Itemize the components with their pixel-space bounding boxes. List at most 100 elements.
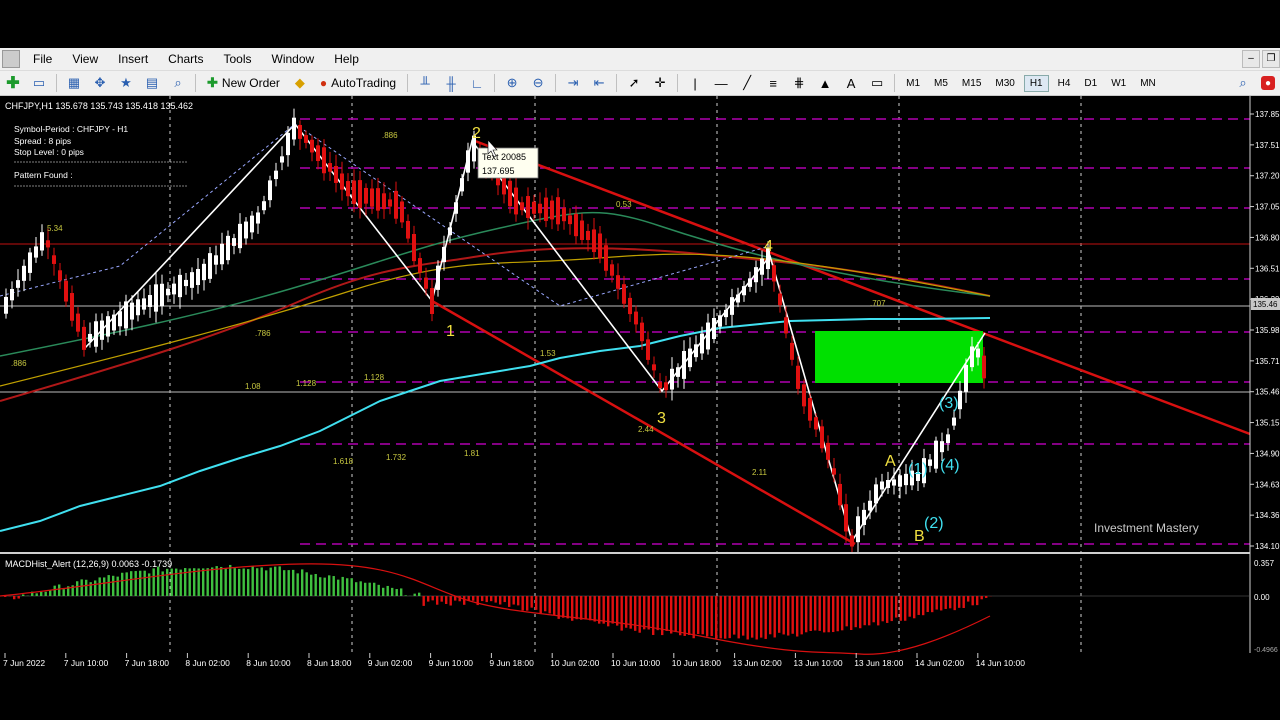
menu-file[interactable]: File	[23, 52, 62, 66]
macd-bar	[256, 568, 259, 596]
new-order-icon: ✚	[207, 75, 218, 90]
fib-label: 1.128	[364, 373, 385, 382]
candle-body	[832, 468, 836, 475]
macd-bar	[139, 570, 142, 596]
label-tool-icon[interactable]: ▭	[867, 73, 887, 93]
macd-bar	[823, 596, 826, 633]
candle-body	[4, 296, 8, 314]
menu-window[interactable]: Window	[262, 52, 325, 66]
line-chart-icon[interactable]: ∟	[467, 73, 487, 93]
candle-body	[112, 314, 116, 331]
macd-bar	[98, 577, 101, 596]
menu-insert[interactable]: Insert	[108, 52, 158, 66]
profiles-icon[interactable]: ▭	[29, 73, 49, 93]
candle-body	[940, 441, 944, 453]
macd-bar	[926, 596, 929, 613]
macd-bar	[386, 585, 389, 596]
fibonacci-icon[interactable]: ⋕	[789, 73, 809, 93]
candle-body	[214, 255, 218, 265]
new-chart-icon[interactable]: ✚	[3, 73, 23, 93]
market-watch-icon[interactable]: ▦	[64, 73, 84, 93]
timeframe-m15[interactable]: M15	[957, 76, 986, 91]
macd-bar	[278, 566, 281, 596]
candle-body	[874, 484, 878, 504]
timeframe-h4[interactable]: H4	[1053, 76, 1076, 91]
trendline-icon[interactable]: ╱	[737, 73, 757, 93]
timeframe-mn[interactable]: MN	[1135, 76, 1161, 91]
candlestick-icon[interactable]: ╫	[441, 73, 461, 93]
text-tool-icon[interactable]: A	[841, 73, 861, 93]
metaeditor-icon[interactable]: ◆	[290, 73, 310, 93]
autotrading-button[interactable]: ● AutoTrading	[316, 73, 400, 93]
candle-body	[370, 188, 374, 207]
price-tick-label: 134.36	[1255, 511, 1280, 520]
timeframe-m5[interactable]: M5	[929, 76, 953, 91]
candle-body	[328, 163, 332, 172]
macd-bar	[143, 570, 146, 596]
navigator-icon[interactable]: ★	[116, 73, 136, 93]
macd-bar	[575, 596, 578, 620]
candle-body	[10, 288, 14, 301]
fib-label: .886	[11, 359, 27, 368]
price-chart[interactable]: 2 1 3 4 A B (1) (2) (3) (4) 5.34 .886 .7…	[0, 96, 1280, 672]
timeframe-d1[interactable]: D1	[1079, 76, 1102, 91]
crosshair-icon[interactable]: ✛	[650, 73, 670, 93]
macd-bar	[616, 596, 619, 626]
restore-icon[interactable]: ❐	[1262, 50, 1280, 68]
fib-label: 2.11	[752, 468, 768, 477]
bar-chart-icon[interactable]: ╨	[415, 73, 435, 93]
channel-icon[interactable]: ≡	[763, 73, 783, 93]
macd-bar	[125, 572, 128, 596]
macd-bar	[890, 596, 893, 622]
macd-bar	[112, 575, 115, 596]
time-tick-label: 9 Jun 10:00	[429, 658, 474, 668]
zoom-in-icon[interactable]: ⊕	[502, 73, 522, 93]
vertical-line-icon[interactable]: |	[685, 73, 705, 93]
horizontal-line-icon[interactable]: —	[711, 73, 731, 93]
minimize-icon[interactable]: –	[1242, 50, 1260, 68]
timeframe-w1[interactable]: W1	[1106, 76, 1131, 91]
macd-bar	[796, 596, 799, 637]
app-icon	[2, 50, 20, 68]
terminal-icon[interactable]: ▤	[142, 73, 162, 93]
fib-label: 1.128	[296, 379, 317, 388]
menu-bar: File View Insert Charts Tools Window Hel…	[0, 48, 1280, 71]
menu-tools[interactable]: Tools	[214, 52, 262, 66]
timeframe-m30[interactable]: M30	[990, 76, 1019, 91]
search-icon[interactable]: ⌕	[1233, 73, 1253, 93]
data-window-icon[interactable]: ✥	[90, 73, 110, 93]
candle-body	[226, 235, 230, 261]
candle-body	[346, 181, 350, 197]
price-tick-label: 134.63	[1255, 480, 1280, 489]
timeframe-m1[interactable]: M1	[901, 76, 925, 91]
zoom-out-icon[interactable]: ⊖	[528, 73, 548, 93]
fib-label: 2.44	[638, 425, 654, 434]
cursor-icon[interactable]: ➚	[624, 73, 644, 93]
candle-body	[958, 390, 962, 410]
macd-bar	[395, 589, 398, 596]
macd-bar	[526, 596, 529, 611]
macd-bar	[283, 570, 286, 596]
time-tick-label: 7 Jun 10:00	[64, 658, 109, 668]
menu-help[interactable]: Help	[324, 52, 369, 66]
candle-body	[196, 268, 200, 286]
shapes-icon[interactable]: ▲	[815, 73, 835, 93]
time-tick-label: 7 Jun 2022	[3, 658, 45, 668]
candle-body	[298, 124, 302, 139]
candle-body	[562, 207, 566, 222]
candle-body	[460, 178, 464, 192]
toolbar-separator	[407, 74, 409, 92]
macd-bar	[247, 569, 250, 596]
timeframe-h1[interactable]: H1	[1023, 74, 1049, 92]
menu-charts[interactable]: Charts	[158, 52, 213, 66]
candle-body	[826, 442, 830, 460]
chart-shift-icon[interactable]: ⇤	[589, 73, 609, 93]
macd-bar	[611, 596, 614, 624]
menu-view[interactable]: View	[62, 52, 108, 66]
new-order-button[interactable]: ✚ New Order	[203, 73, 284, 93]
autoscroll-icon[interactable]: ⇥	[563, 73, 583, 93]
alert-icon[interactable]: ●	[1261, 76, 1275, 90]
tester-icon[interactable]: ⌕	[168, 73, 188, 93]
indicator-tick-top: 0.357	[1254, 559, 1275, 568]
candle-body	[694, 344, 698, 358]
